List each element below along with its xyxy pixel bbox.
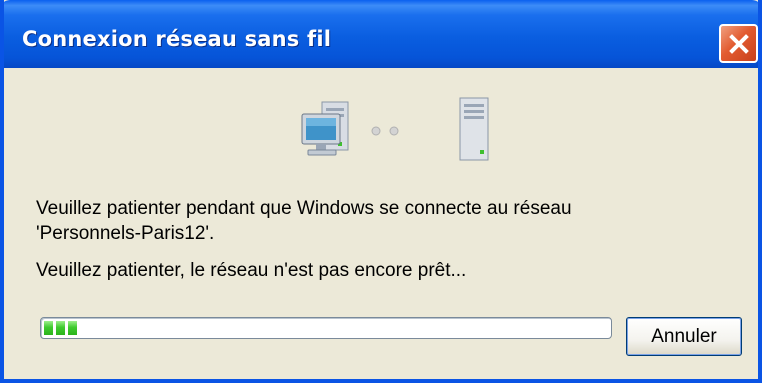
progress-block [44,321,53,335]
close-button[interactable] [719,24,758,63]
progress-block [56,321,65,335]
progress-block [68,321,77,335]
dialog-content: Veuillez patienter pendant que Windows s… [4,68,758,379]
title-bar[interactable]: Connexion réseau sans fil [4,0,758,68]
progress-bar [40,317,612,339]
network-name: 'Personnels-Paris12'. [36,223,215,244]
wireless-connection-dialog: Connexion réseau sans fil Veuillez patie… [0,0,762,383]
cancel-button[interactable]: Annuler [626,317,742,356]
server-icon [459,97,489,161]
progress-fill [44,321,77,335]
connecting-message-line1: Veuillez patienter pendant que Windows s… [36,198,572,219]
connection-dots-icon [371,126,399,136]
close-icon [728,33,749,54]
connection-illustration [300,96,500,166]
window-title: Connexion réseau sans fil [22,27,332,51]
computer-icon [301,101,349,156]
status-message: Veuillez patienter, le réseau n'est pas … [36,260,467,281]
